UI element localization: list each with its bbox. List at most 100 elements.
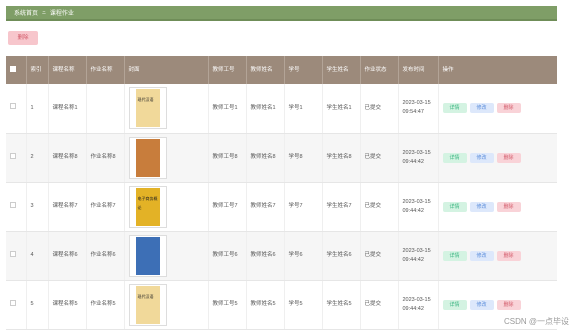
edit-button[interactable]: 修改	[469, 103, 494, 114]
student-name: 学生姓名5	[322, 280, 361, 330]
cover-cell: 现代汉语	[124, 280, 209, 330]
row-checkbox[interactable]	[10, 299, 16, 306]
homework-name	[86, 84, 125, 134]
column-header: 学号	[284, 56, 323, 84]
teacher-name: 教师姓名1	[246, 84, 285, 134]
row-select-cell[interactable]	[6, 182, 27, 232]
book-cover-icon: 现代汉语	[135, 285, 160, 324]
teacher-name: 教师姓名6	[246, 231, 285, 281]
table-header-row: 索引 课程名称 作业名称 封面 教师工号 教师姓名 学号 学生姓名 作业状态 发…	[6, 56, 557, 84]
column-header: 操作	[438, 56, 557, 84]
course-name: 课程名称7	[48, 182, 87, 232]
homework-name: 作业名称7	[86, 182, 125, 232]
student-name: 学生姓名6	[322, 231, 361, 281]
table-row: 2 课程名称8 作业名称8 教师工号8 教师姓名8 学号8 学生姓名8 已提交 …	[6, 133, 557, 183]
cover-cell: 电子商务概论	[124, 182, 209, 232]
homework-status: 已提交	[360, 133, 399, 183]
row-index: 4	[26, 231, 49, 281]
publish-time: 2023-03-15 09:44:42	[398, 182, 439, 232]
cover-cell: 现代汉语	[124, 84, 209, 134]
homework-table-container: 索引 课程名称 作业名称 封面 教师工号 教师姓名 学号 学生姓名 作业状态 发…	[6, 56, 557, 331]
teacher-name: 教师姓名7	[246, 182, 285, 232]
row-checkbox[interactable]	[10, 201, 16, 208]
row-checkbox[interactable]	[10, 152, 16, 159]
student-id: 学号7	[284, 182, 323, 232]
column-header: 索引	[26, 56, 49, 84]
book-cover-icon	[135, 138, 160, 177]
detail-button[interactable]: 详情	[442, 250, 467, 261]
breadcrumb-home[interactable]: 系统首页	[14, 8, 38, 17]
course-name: 课程名称5	[48, 280, 87, 330]
table-row: 1 课程名称1 现代汉语 教师工号1 教师姓名1 学号1 学生姓名1 已提交 2…	[6, 84, 557, 134]
column-header: 教师工号	[208, 56, 247, 84]
table-row: 5 课程名称5 作业名称5 现代汉语 教师工号5 教师姓名5 学号5 学生姓名5…	[6, 280, 557, 330]
teacher-id: 教师工号5	[208, 280, 247, 330]
table-body: 1 课程名称1 现代汉语 教师工号1 教师姓名1 学号1 学生姓名1 已提交 2…	[6, 84, 557, 330]
homework-name: 作业名称8	[86, 133, 125, 183]
row-checkbox[interactable]	[10, 103, 16, 110]
cover-image: 现代汉语	[128, 283, 167, 326]
cover-image: 电子商务概论	[128, 185, 167, 228]
select-all-header[interactable]	[6, 56, 27, 84]
edit-button[interactable]: 修改	[469, 250, 494, 261]
delete-button[interactable]: 删除	[496, 201, 521, 212]
actions-cell: 详情 修改 删除	[438, 133, 557, 183]
delete-button[interactable]: 删除	[496, 103, 521, 114]
edit-button[interactable]: 修改	[469, 299, 494, 310]
detail-button[interactable]: 详情	[442, 152, 467, 163]
row-actions: 详情 修改 删除	[442, 201, 553, 212]
row-select-cell[interactable]	[6, 84, 27, 134]
teacher-name: 教师姓名5	[246, 280, 285, 330]
book-cover-icon: 电子商务概论	[135, 187, 160, 226]
student-name: 学生姓名1	[322, 84, 361, 134]
delete-button[interactable]: 删除	[496, 299, 521, 310]
detail-button[interactable]: 详情	[442, 103, 467, 114]
book-cover-title: 现代汉语	[137, 293, 154, 299]
row-select-cell[interactable]	[6, 280, 27, 330]
book-cover-icon: 现代汉语	[135, 89, 160, 128]
row-checkbox[interactable]	[10, 250, 16, 257]
student-name: 学生姓名7	[322, 182, 361, 232]
cover-cell	[124, 231, 209, 281]
detail-button[interactable]: 详情	[442, 201, 467, 212]
detail-button[interactable]: 详情	[442, 299, 467, 310]
cover-image: 现代汉语	[128, 87, 167, 130]
cover-cell	[124, 133, 209, 183]
teacher-name: 教师姓名8	[246, 133, 285, 183]
delete-button[interactable]: 删除	[496, 250, 521, 261]
row-index: 3	[26, 182, 49, 232]
breadcrumb: 系统首页 Ξ 课程作业	[6, 6, 557, 21]
homework-name: 作业名称5	[86, 280, 125, 330]
column-header: 封面	[124, 56, 209, 84]
table-row: 4 课程名称6 作业名称6 教师工号6 教师姓名6 学号6 学生姓名6 已提交 …	[6, 231, 557, 281]
column-header: 课程名称	[48, 56, 87, 84]
select-all-checkbox[interactable]	[10, 65, 16, 72]
teacher-id: 教师工号6	[208, 231, 247, 281]
row-index: 2	[26, 133, 49, 183]
course-name: 课程名称6	[48, 231, 87, 281]
student-name: 学生姓名8	[322, 133, 361, 183]
delete-button[interactable]: 删除	[496, 152, 521, 163]
column-header: 作业名称	[86, 56, 125, 84]
row-actions: 详情 修改 删除	[442, 250, 553, 261]
breadcrumb-current: 课程作业	[49, 11, 74, 17]
row-actions: 详情 修改 删除	[442, 299, 553, 310]
course-name: 课程名称8	[48, 133, 87, 183]
homework-status: 已提交	[360, 182, 399, 232]
toolbar: 删除	[8, 31, 38, 45]
column-header: 作业状态	[360, 56, 399, 84]
column-header: 学生姓名	[322, 56, 361, 84]
book-cover-title: 现代汉语	[137, 97, 154, 103]
row-select-cell[interactable]	[6, 231, 27, 281]
teacher-id: 教师工号8	[208, 133, 247, 183]
publish-time: 2023-03-15 09:44:42	[398, 133, 439, 183]
actions-cell: 详情 修改 删除	[438, 182, 557, 232]
edit-button[interactable]: 修改	[469, 201, 494, 212]
edit-button[interactable]: 修改	[469, 152, 494, 163]
row-select-cell[interactable]	[6, 133, 27, 183]
batch-delete-button[interactable]: 删除	[8, 31, 38, 45]
book-cover-title: 电子商务概论	[137, 195, 158, 210]
homework-status: 已提交	[360, 84, 399, 134]
publish-time: 2023-03-15 09:54:47	[398, 84, 439, 134]
homework-table: 索引 课程名称 作业名称 封面 教师工号 教师姓名 学号 学生姓名 作业状态 发…	[6, 56, 557, 330]
